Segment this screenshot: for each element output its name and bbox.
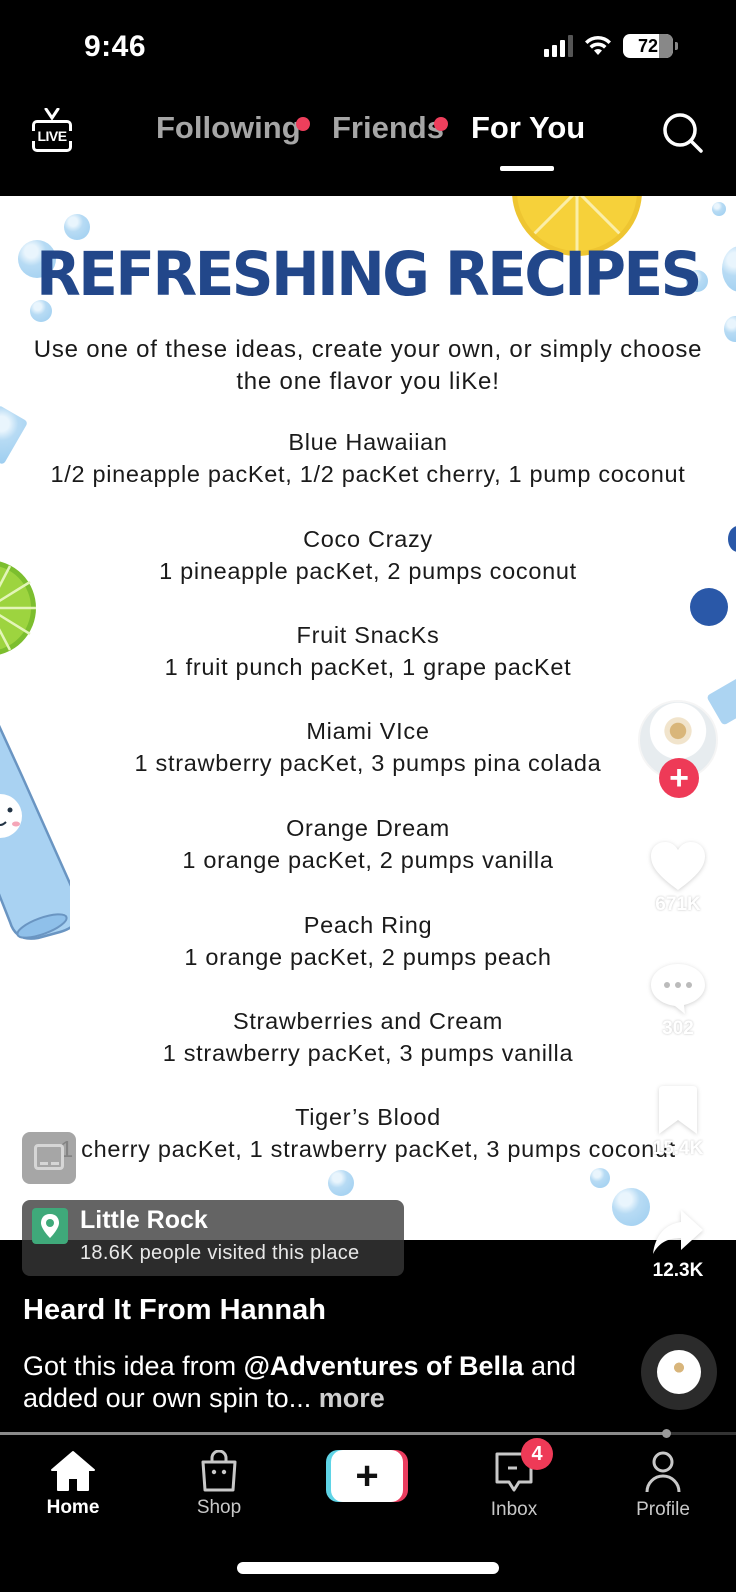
creator-avatar-button[interactable]: + [638,700,718,798]
captions-toggle-button[interactable] [22,1132,76,1184]
search-icon[interactable] [660,110,706,156]
share-arrow-icon [653,1210,703,1254]
active-tab-indicator [500,166,554,171]
music-disc-button[interactable] [641,1334,717,1410]
video-player[interactable]: REFRESHING RECIPES Use one of these idea… [0,196,736,1240]
recipe-ingredients: 1 fruit punch pacKet, 1 grape pacKet [164,654,572,680]
profile-icon [645,1451,681,1493]
battery-icon: 72 [623,34,673,58]
recipe-ingredients: 1 strawberry pacKet, 3 pumps vanilla [162,1040,574,1066]
nav-home[interactable]: Home [18,1440,128,1519]
video-progress-bar[interactable] [0,1429,736,1438]
heart-icon [651,842,705,890]
post-caption: Got this idea from @Adventures of Bella … [23,1350,583,1414]
nav-shop-label: Shop [196,1497,242,1518]
recipe-ingredients: 1 strawberry pacKet, 3 pumps pina colada [134,750,602,776]
home-indicator[interactable] [237,1562,499,1574]
home-icon [51,1451,95,1491]
inbox-badge: 4 [521,1438,553,1470]
progress-fill [0,1432,667,1435]
bookmark-button[interactable]: 15.4K [628,1086,728,1160]
mention-link[interactable]: @Adventures of Bella [244,1351,524,1381]
nav-inbox-label: Inbox [490,1499,538,1520]
recipe-item: Strawberries and Cream 1 strawberry pacK… [0,1005,736,1069]
recipe-item: Coco Crazy 1 pineapple pacKet, 2 pumps c… [0,523,736,587]
recipe-item: Fruit SnacKs 1 fruit punch pacKet, 1 gra… [0,619,736,683]
friends-notification-dot [434,117,448,131]
comment-count: 302 [662,1018,694,1039]
video-subtitle: Use one of these ideas, create your own,… [33,336,703,395]
recipe-item: Blue Hawaiian 1/2 pineapple pacKet, 1/2 … [0,426,736,490]
location-pin-icon [32,1208,68,1244]
feed-tabs: Following Friends For You [0,110,736,171]
recipe-name: Tiger’s Blood [295,1104,441,1130]
recipe-item: Peach Ring 1 orange pacKet, 2 pumps peac… [0,909,736,973]
recipe-item: Miami VIce 1 strawberry pacKet, 3 pumps … [0,715,736,779]
recipe-item: Tiger’s Blood 1 cherry pacKet, 1 strawbe… [0,1101,736,1165]
nav-profile[interactable]: Profile [608,1440,718,1521]
recipe-ingredients: 1 orange pacKet, 2 pumps peach [184,944,552,970]
create-post-button[interactable]: + [326,1450,408,1502]
share-count: 12.3K [652,1260,704,1281]
nav-shop[interactable]: Shop [164,1440,274,1519]
status-bar: 9:46 72 [0,0,736,90]
caption-text: Got this idea from [23,1351,244,1381]
recipe-ingredients: 1 orange pacKet, 2 pumps vanilla [182,847,554,873]
comment-icon [651,964,705,1014]
recipe-name: Peach Ring [303,912,433,938]
bookmark-count: 15.4K [652,1138,704,1159]
bookmark-icon [659,1086,697,1134]
recipe-ingredients: 1 pineapple pacKet, 2 pumps coconut [159,558,577,584]
tab-following[interactable]: Following [156,110,301,146]
cellular-signal-icon [544,35,573,57]
recipe-name: Fruit SnacKs [296,622,440,648]
top-nav: LIVE Following Friends For You [0,100,736,171]
nav-home-label: Home [46,1497,100,1518]
nav-profile-label: Profile [636,1499,690,1520]
bottom-nav: Home Shop + 4 Inbox Profile [0,1438,736,1540]
progress-handle[interactable] [662,1429,672,1438]
location-name: Little Rock [80,1206,208,1234]
video-title: REFRESHING RECIPES [36,238,702,310]
bubble-decoration [724,316,736,342]
comment-button[interactable]: 302 [628,962,728,1040]
captions-icon [34,1144,64,1170]
follow-button[interactable]: + [659,758,699,798]
recipe-name: Orange Dream [286,815,450,841]
bubble-decoration [590,1168,610,1188]
recipe-item: Orange Dream 1 orange pacKet, 2 pumps va… [0,812,736,876]
location-visits: 18.6K people visited this place [80,1242,360,1264]
recipe-ingredients: 1 cherry pacKet, 1 strawberry pacKet, 3 … [60,1136,676,1162]
tab-friends[interactable]: Friends [332,110,444,146]
tab-for-you[interactable]: For You [471,110,585,146]
bubble-decoration [328,1170,354,1196]
like-count: 671K [655,894,701,915]
bubble-decoration [712,202,726,216]
nav-inbox[interactable]: 4 Inbox [459,1438,569,1521]
like-button[interactable]: 671K [628,840,728,916]
recipe-ingredients: 1/2 pineapple pacKet, 1/2 pacKet cherry,… [50,461,686,487]
location-chip[interactable]: Little Rock 18.6K people visited this pl… [22,1200,404,1276]
status-icons: 72 [544,34,678,58]
sound-avatar [657,1350,701,1394]
following-notification-dot [296,117,310,131]
wifi-icon [585,35,611,55]
recipe-name: Strawberries and Cream [232,1008,504,1034]
plus-icon: + [331,1450,403,1502]
status-time: 9:46 [84,30,147,63]
recipe-name: Blue Hawaiian [288,429,448,455]
live-label: LIVE [37,128,67,144]
more-button[interactable]: more [319,1383,385,1413]
battery-level: 72 [637,35,659,56]
recipe-name: Miami VIce [306,718,430,744]
shopping-bag-icon [201,1450,237,1492]
share-button[interactable]: 12.3K [628,1208,728,1282]
recipe-name: Coco Crazy [303,526,433,552]
author-name[interactable]: Heard It From Hannah [23,1294,326,1327]
bubble-decoration [64,214,90,240]
